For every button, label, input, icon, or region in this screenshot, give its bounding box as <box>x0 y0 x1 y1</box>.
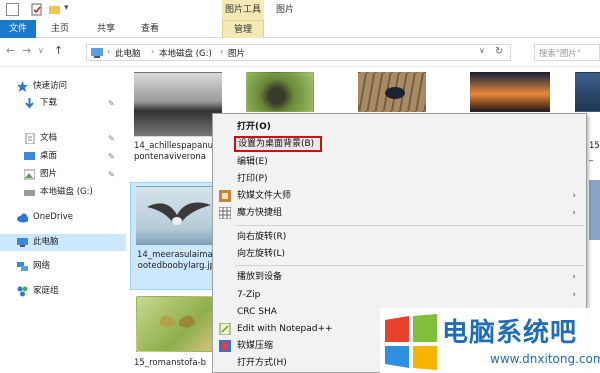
nav-quick-access[interactable]: 快速访问 <box>0 78 126 95</box>
up-icon[interactable]: ↑ <box>54 44 63 57</box>
grid-icon <box>219 207 231 219</box>
window-menu-icon[interactable] <box>6 3 19 16</box>
breadcrumb-pictures[interactable]: 图片 <box>228 47 245 59</box>
thumbnail-bw-cityscape[interactable] <box>134 72 222 137</box>
address-dropdown-icon[interactable]: ∨ <box>479 46 485 55</box>
menu-item-set-wallpaper[interactable]: 设置为桌面背景(B) <box>213 136 586 152</box>
compress-icon <box>219 340 231 352</box>
refresh-icon[interactable]: ↻ <box>495 46 503 57</box>
breadcrumb-sep-icon: › <box>151 47 155 56</box>
nav-this-pc[interactable]: 此电脑 <box>0 234 126 251</box>
menu-item-7zip[interactable]: 7-Zip › <box>213 287 586 303</box>
menu-separator <box>235 265 584 266</box>
tab-file[interactable]: 文件 <box>0 20 36 38</box>
document-icon <box>25 133 35 144</box>
menu-item-softmedia[interactable]: 软媒文件大师 › <box>213 188 586 204</box>
computer-icon <box>91 48 103 58</box>
submenu-arrow-icon: › <box>572 208 576 218</box>
breadcrumb-thispc[interactable]: 此电脑 <box>115 47 141 59</box>
network-icon <box>17 262 28 271</box>
quick-access-dropdown-icon[interactable]: ▾ <box>64 3 69 13</box>
set-wallpaper-label: 设置为桌面背景(B) <box>234 136 322 152</box>
ribbon-tabs: 文件 主页 共享 查看 管理 <box>0 20 600 38</box>
back-icon[interactable]: ← <box>6 44 15 57</box>
thumbnail-butterfly[interactable] <box>136 296 220 352</box>
nav-network[interactable]: 网络 <box>0 258 126 275</box>
cloud-icon <box>17 213 28 223</box>
thumbnail-stone-on-wood[interactable] <box>358 72 426 112</box>
menu-item-rotate-left[interactable]: 向左旋转(L) <box>213 246 586 262</box>
nav-item-downloads[interactable]: 下载 ✎ <box>0 95 126 112</box>
nav-homegroup[interactable]: 家庭组 <box>0 283 126 300</box>
nav-item-desktop[interactable]: 桌面 ✎ <box>0 148 126 165</box>
menu-separator <box>235 225 584 226</box>
breadcrumb-sep-icon: › <box>107 47 111 56</box>
recent-locations-icon[interactable]: ∨ <box>38 46 44 55</box>
breadcrumb-drive[interactable]: 本地磁盘 (G:) <box>159 47 212 59</box>
brand-logo-icon <box>385 314 437 370</box>
picture-tools-tab: 图片工具 <box>222 0 264 20</box>
homegroup-icon <box>17 286 28 297</box>
thumbnail-partial-right[interactable] <box>575 72 600 112</box>
softmedia-icon <box>219 190 231 202</box>
file-name[interactable]: 14_achillespapanu-pontenaviverona <box>134 141 218 165</box>
nav-item-drive[interactable]: 本地磁盘 (G:) <box>0 184 126 201</box>
submenu-arrow-icon: › <box>572 191 576 201</box>
watermark-brand-text: 电脑系统吧 <box>442 318 578 348</box>
file-name-selected[interactable]: 14_meerasulaimaefootedboobylarg.jpg <box>136 250 222 286</box>
file-name[interactable]: 15_romanstofa-b <box>134 358 214 370</box>
pin-icon[interactable]: ✎ <box>108 148 115 165</box>
tab-share[interactable]: 共享 <box>86 20 126 38</box>
window-title: 图片 <box>276 5 295 15</box>
submenu-arrow-icon: › <box>572 272 576 282</box>
menu-item-rotate-right[interactable]: 向右旋转(R) <box>213 229 586 245</box>
menu-item-print[interactable]: 打印(P) <box>213 171 586 187</box>
notepad-plus-icon <box>219 323 231 335</box>
new-folder-icon[interactable] <box>48 3 61 16</box>
address-bar[interactable]: › 此电脑 › 本地磁盘 (G:) › 图片 ∨ ↻ <box>86 44 511 61</box>
computer-icon <box>17 238 28 247</box>
tab-view[interactable]: 查看 <box>130 20 170 38</box>
thumbnail-snail-shell[interactable] <box>246 72 314 112</box>
thumbnail-booby-bird[interactable] <box>136 186 220 246</box>
search-input[interactable]: 搜索"图片" <box>534 44 600 61</box>
nav-onedrive[interactable]: OneDrive <box>0 209 126 226</box>
watermark-url: www.dnxitong.com <box>490 352 600 366</box>
file-name-partial[interactable]: 15_ma <box>589 141 600 165</box>
properties-icon[interactable] <box>30 3 43 16</box>
menu-item-open[interactable]: 打开(O) <box>213 119 586 135</box>
forward-icon[interactable]: → <box>22 44 31 57</box>
title-bar <box>0 0 600 20</box>
menu-item-magic-cube[interactable]: 魔方快捷组 › <box>213 205 586 221</box>
thumbnail-partial-right-2[interactable] <box>589 180 600 240</box>
breadcrumb-sep-icon: › <box>220 47 224 56</box>
thumbnail-sunset[interactable] <box>470 72 550 112</box>
pin-icon[interactable]: ✎ <box>108 95 115 112</box>
drive-icon <box>24 190 35 196</box>
pin-icon[interactable]: ✎ <box>108 130 115 147</box>
submenu-arrow-icon: › <box>572 290 576 300</box>
tab-manage[interactable]: 管理 <box>222 20 264 38</box>
tab-home[interactable]: 主页 <box>40 20 80 38</box>
desktop-icon <box>24 152 35 160</box>
menu-item-edit[interactable]: 编辑(E) <box>213 154 586 170</box>
star-icon <box>17 81 28 92</box>
nav-item-documents[interactable]: 文档 ✎ <box>0 130 126 147</box>
pictures-icon <box>24 169 35 180</box>
menu-item-cast-to-device[interactable]: 播放到设备 › <box>213 269 586 285</box>
pin-icon[interactable]: ✎ <box>108 166 115 183</box>
navigation-pane: 快速访问 下载 ✎ 文档 ✎ 桌面 ✎ 图片 ✎ 本地磁盘 (G:) OneDr… <box>0 68 126 373</box>
bird-image <box>147 202 211 225</box>
nav-item-pictures[interactable]: 图片 ✎ <box>0 166 126 183</box>
butterfly-image <box>159 315 195 328</box>
download-arrow-icon <box>25 98 34 109</box>
